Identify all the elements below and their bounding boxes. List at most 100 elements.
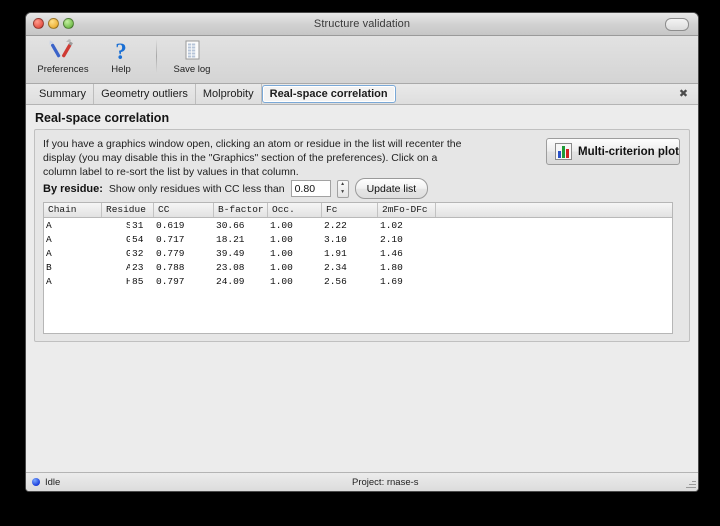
close-icon[interactable]: ✖ xyxy=(677,87,690,100)
table-row[interactable]: A GLU 54 0.717 18.21 1.00 3.10 2.10 xyxy=(44,232,672,246)
update-list-label: Update list xyxy=(366,182,417,195)
cell-cc: 0.788 xyxy=(156,261,185,273)
multi-criterion-plot-button[interactable]: Multi-criterion plot xyxy=(546,138,680,165)
cell-occ: 1.00 xyxy=(270,233,293,245)
cell-chain: A xyxy=(46,275,52,287)
cell-fc: 2.34 xyxy=(324,261,347,273)
cell-resnum: 32 xyxy=(132,247,144,259)
toolbar: Preferences ? Help Save log xyxy=(26,36,698,84)
cell-2mfo-dfc: 1.69 xyxy=(380,275,403,287)
content-panel: If you have a graphics window open, clic… xyxy=(34,129,690,342)
column-header-cc[interactable]: CC xyxy=(154,203,214,217)
help-button[interactable]: ? Help xyxy=(92,39,150,75)
title-bar: Structure validation xyxy=(26,13,698,36)
tools-icon xyxy=(49,39,77,63)
cell-fc: 2.56 xyxy=(324,275,347,287)
tab-real-space-correlation-label: Real-space correlation xyxy=(269,88,388,100)
by-residue-label: By residue: xyxy=(43,182,103,195)
cell-resnum: 54 xyxy=(132,233,144,245)
cell-resname: ALA xyxy=(102,262,130,273)
filter-description: Show only residues with CC less than xyxy=(108,182,285,195)
tab-molprobity[interactable]: Molprobity xyxy=(196,84,262,104)
cc-threshold-stepper[interactable]: ▲ ▼ xyxy=(336,179,349,198)
window-controls xyxy=(33,18,74,29)
bar-chart-icon xyxy=(555,143,572,160)
cell-resname: SER xyxy=(102,220,130,231)
toolbar-separator xyxy=(156,39,157,73)
cell-resnum: 23 xyxy=(132,261,144,273)
status-indicator-icon xyxy=(32,478,40,486)
cell-fc: 1.91 xyxy=(324,247,347,259)
cell-cc: 0.619 xyxy=(156,219,185,231)
minimize-window-button[interactable] xyxy=(48,18,59,29)
cell-occ: 1.00 xyxy=(270,219,293,231)
tab-summary[interactable]: Summary xyxy=(32,84,95,104)
cell-occ: 1.00 xyxy=(270,275,293,287)
multi-criterion-plot-label: Multi-criterion plot xyxy=(578,145,679,158)
cell-resname: GLU xyxy=(102,234,130,245)
save-log-label: Save log xyxy=(173,64,211,75)
cell-chain: A xyxy=(46,233,52,245)
application-window: Structure validation Preferences ? Help … xyxy=(25,12,699,492)
tab-bar: Summary Geometry outliers Molprobity Rea… xyxy=(26,84,698,105)
cell-2mfo-dfc: 1.80 xyxy=(380,261,403,273)
stepper-up-icon[interactable]: ▲ xyxy=(340,182,345,187)
cell-chain: B xyxy=(46,261,52,273)
page-title: Real-space correlation xyxy=(35,111,170,125)
residue-table[interactable]: Chain Residue CC B-factor Occ. Fc 2mFo-D… xyxy=(43,202,673,334)
preferences-label: Preferences xyxy=(37,64,89,75)
column-header-fc[interactable]: Fc xyxy=(322,203,378,217)
question-mark-icon: ? xyxy=(107,39,135,64)
cell-2mfo-dfc: 1.02 xyxy=(380,219,403,231)
document-grid-icon xyxy=(178,39,206,63)
status-text: Idle xyxy=(45,476,61,488)
column-header-b-factor[interactable]: B-factor xyxy=(214,203,268,217)
table-row[interactable]: B ALA 23 0.788 23.08 1.00 2.34 1.80 xyxy=(44,260,672,274)
table-header-row: Chain Residue CC B-factor Occ. Fc 2mFo-D… xyxy=(44,203,672,218)
cell-fc: 2.22 xyxy=(324,219,347,231)
svg-text:?: ? xyxy=(115,39,127,63)
cell-b-factor: 39.49 xyxy=(216,247,245,259)
cell-b-factor: 23.08 xyxy=(216,261,245,273)
resize-grip[interactable] xyxy=(684,478,696,490)
cell-occ: 1.00 xyxy=(270,261,293,273)
cell-b-factor: 24.09 xyxy=(216,275,245,287)
tab-real-space-correlation[interactable]: Real-space correlation xyxy=(261,85,396,103)
cell-chain: A xyxy=(46,219,52,231)
cell-occ: 1.00 xyxy=(270,247,293,259)
column-header-residue[interactable]: Residue xyxy=(102,203,154,217)
table-row[interactable]: A GLN 32 0.779 39.49 1.00 1.91 1.46 xyxy=(44,246,672,260)
table-row[interactable]: A HIS 85 0.797 24.09 1.00 2.56 1.69 xyxy=(44,274,672,288)
cell-cc: 0.779 xyxy=(156,247,185,259)
main-content: Real-space correlation If you have a gra… xyxy=(26,105,698,472)
column-header-2mfo-dfc[interactable]: 2mFo-DFc xyxy=(378,203,436,217)
project-label: Project: rnase-s xyxy=(352,476,419,488)
help-label: Help xyxy=(111,64,131,75)
cell-cc: 0.797 xyxy=(156,275,185,287)
zoom-window-button[interactable] xyxy=(63,18,74,29)
toolbar-toggle-button[interactable] xyxy=(665,18,689,31)
column-header-chain[interactable]: Chain xyxy=(44,203,102,217)
cell-cc: 0.717 xyxy=(156,233,185,245)
cell-resnum: 85 xyxy=(132,275,144,287)
cell-chain: A xyxy=(46,247,52,259)
stepper-down-icon[interactable]: ▼ xyxy=(340,190,345,195)
preferences-button[interactable]: Preferences xyxy=(34,39,92,75)
cell-2mfo-dfc: 1.46 xyxy=(380,247,403,259)
help-text: If you have a graphics window open, clic… xyxy=(43,138,462,178)
update-list-button[interactable]: Update list xyxy=(354,178,429,199)
cell-b-factor: 18.21 xyxy=(216,233,245,245)
tab-geometry-outliers-label: Geometry outliers xyxy=(101,88,188,100)
window-title: Structure validation xyxy=(313,18,411,30)
save-log-button[interactable]: Save log xyxy=(163,39,221,75)
table-row[interactable]: A SER 31 0.619 30.66 1.00 2.22 1.02 xyxy=(44,218,672,232)
cell-fc: 3.10 xyxy=(324,233,347,245)
close-window-button[interactable] xyxy=(33,18,44,29)
tab-summary-label: Summary xyxy=(39,88,87,100)
cell-b-factor: 30.66 xyxy=(216,219,245,231)
cc-threshold-input[interactable] xyxy=(290,180,331,197)
column-header-occ[interactable]: Occ. xyxy=(268,203,322,217)
tab-geometry-outliers[interactable]: Geometry outliers xyxy=(94,84,196,104)
tab-molprobity-label: Molprobity xyxy=(202,88,254,100)
cell-2mfo-dfc: 2.10 xyxy=(380,233,403,245)
